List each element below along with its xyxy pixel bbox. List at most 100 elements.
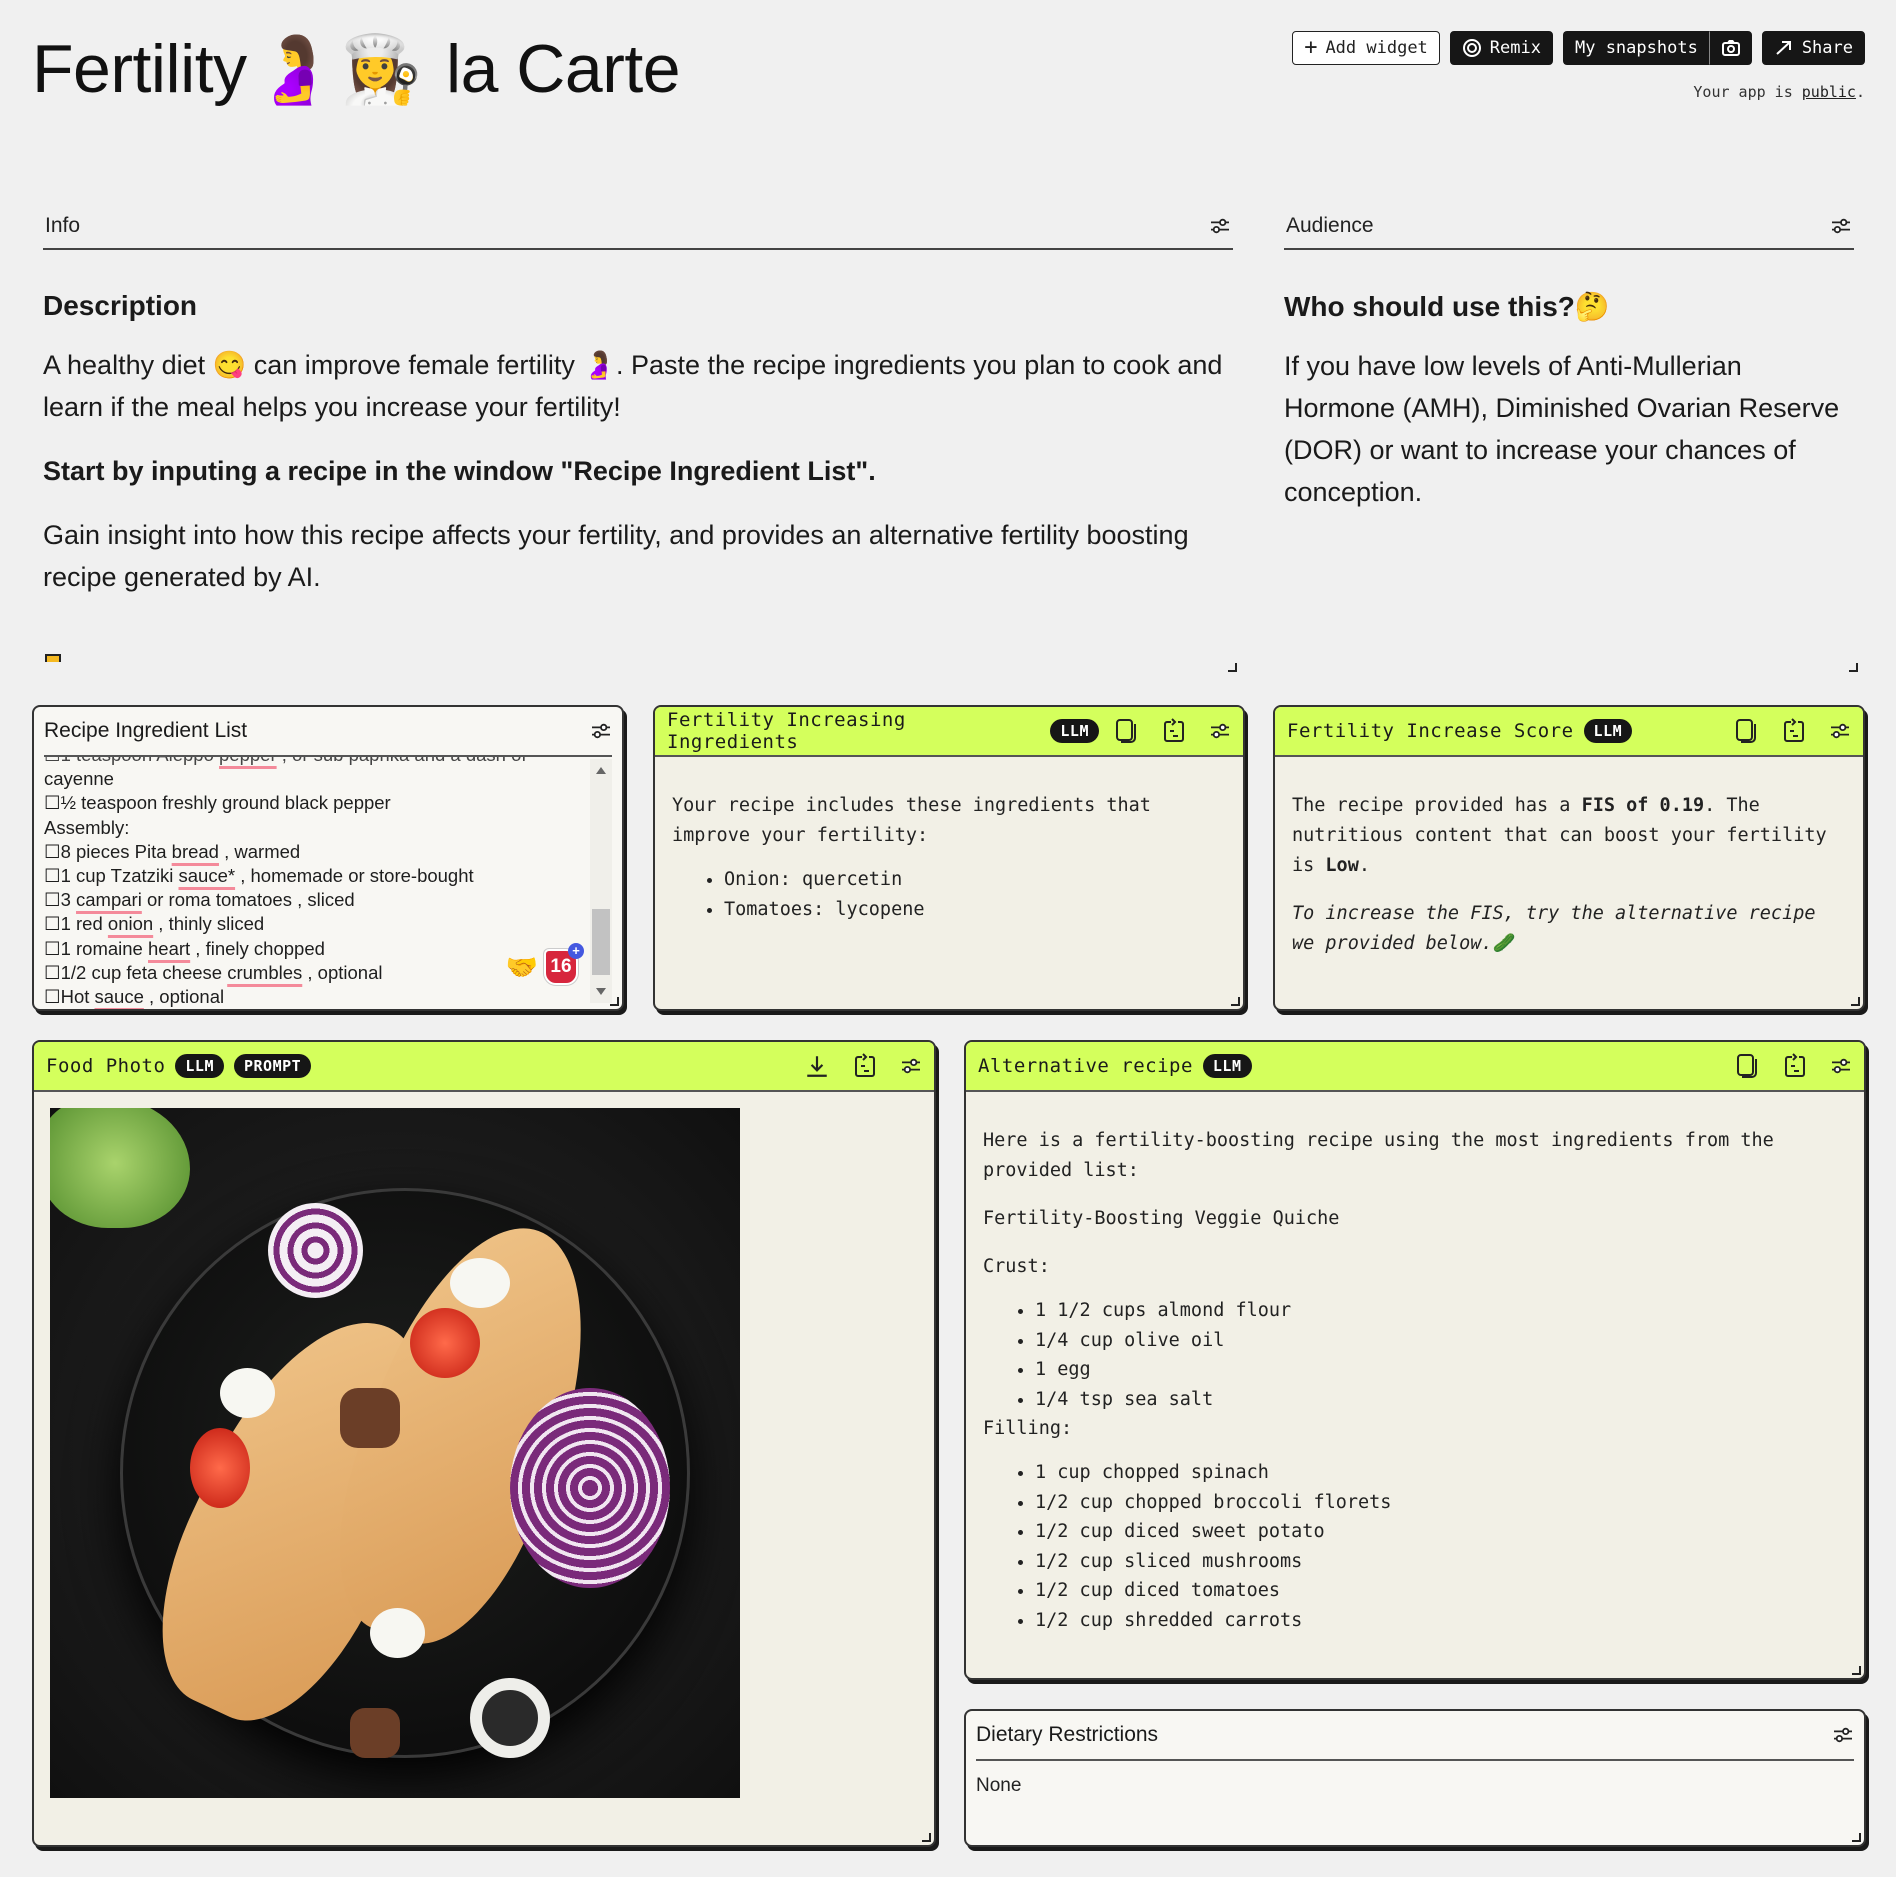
swap-output-icon[interactable] (852, 1053, 878, 1079)
settings-slider-icon[interactable] (1830, 217, 1852, 235)
widget-title: Fertility Increasing Ingredients (667, 709, 906, 753)
widget-header: Dietary Restrictions (976, 1711, 1854, 1761)
resize-handle[interactable] (1228, 663, 1237, 672)
recipe-line-text: , optional (143, 986, 225, 1008)
spellcheck-word[interactable]: heart (148, 938, 190, 959)
fis-tip: To increase the FIS, try the alternative… (1292, 899, 1846, 959)
swap-output-icon[interactable] (1161, 718, 1187, 744)
recipe-line-text: , warmed (218, 840, 301, 862)
recipe-line-text: ☐8 pieces Pita (44, 840, 172, 862)
settings-slider-icon[interactable] (1830, 1057, 1852, 1075)
recipe-line-text: Assembly: (44, 816, 130, 838)
spellcheck-word[interactable]: sauce (95, 986, 144, 1007)
my-snapshots-label: My snapshots (1574, 38, 1698, 58)
meat-shape (340, 1388, 400, 1448)
settings-slider-icon[interactable] (1832, 1726, 1854, 1744)
recipe-line-text: ☐1 romaine (44, 937, 148, 959)
red-onion-shape (268, 1203, 363, 1298)
info-section: Info Description A healthy diet 😋 can im… (43, 204, 1237, 672)
resize-handle[interactable] (1231, 997, 1240, 1006)
settings-slider-icon[interactable] (590, 722, 612, 740)
text: . (1358, 855, 1370, 876)
share-button[interactable]: Share (1761, 31, 1865, 65)
scroll-down-arrow-icon[interactable] (596, 988, 606, 995)
recipe-ingredient-list-widget: Recipe Ingredient List ☐1 teaspoon Alepp… (32, 705, 624, 1011)
recipe-line: ☐3 campari or roma tomatoes , sliced (44, 888, 582, 912)
plus-icon: + (568, 943, 584, 959)
llm-badge: LLM (175, 1054, 224, 1078)
text: A healthy diet (43, 350, 213, 380)
audience-heading-text: Who should use this? (1284, 291, 1575, 322)
grammar-extension-badge[interactable]: 16 + (544, 943, 584, 985)
resize-handle[interactable] (922, 1833, 931, 1842)
public-link[interactable]: public (1802, 83, 1856, 101)
download-icon[interactable] (804, 1053, 830, 1079)
ingredient-item: Onion: quercetin (724, 865, 1226, 895)
settings-slider-icon[interactable] (1829, 722, 1851, 740)
spellcheck-word[interactable]: campari (76, 889, 142, 910)
widget-icons (1734, 1053, 1852, 1079)
take-snapshot-button[interactable] (1709, 31, 1752, 65)
plus-icon: + (1304, 35, 1318, 60)
copy-icon[interactable] (1734, 1053, 1760, 1079)
llm-badge: LLM (1050, 719, 1099, 743)
widget-icons (1832, 1726, 1854, 1744)
spellcheck-word[interactable]: onion (108, 913, 153, 934)
resize-handle[interactable] (610, 997, 619, 1006)
fertility-ingredients-list: Onion: quercetinTomatoes: lycopene (672, 865, 1226, 924)
widget-body: Your recipe includes these ingredients t… (655, 757, 1243, 942)
my-snapshots-button[interactable]: My snapshots (1562, 31, 1710, 65)
swap-output-icon[interactable] (1782, 1053, 1808, 1079)
prompt-badge: PROMPT (233, 1054, 312, 1078)
spellcheck-word[interactable]: crumbles (227, 962, 302, 983)
widget-title: Food Photo (46, 1055, 166, 1077)
widget-body: The recipe provided has a FIS of 0.19. T… (1275, 757, 1863, 977)
add-widget-button[interactable]: + Add widget (1292, 31, 1440, 65)
recipe-line-text: , thinly sliced (153, 913, 265, 935)
filling-item: 1/2 cup diced tomatoes (1035, 1576, 1847, 1606)
swap-output-icon[interactable] (1781, 718, 1807, 744)
lettuce-shape (50, 1108, 190, 1228)
recipe-line-text: ☐1/2 cup feta cheese (44, 961, 228, 983)
remix-label: Remix (1489, 38, 1541, 58)
recipe-line: Assembly: (44, 816, 582, 840)
llm-badge: LLM (1202, 1054, 1252, 1078)
recipe-line: ☐Hot sauce , optional (44, 985, 582, 1009)
description-paragraph: A healthy diet 😋 can improve female fert… (43, 344, 1233, 428)
tzatziki-shape (220, 1368, 275, 1418)
settings-slider-icon[interactable] (1209, 217, 1231, 235)
tzatziki-shape (370, 1608, 425, 1658)
settings-slider-icon[interactable] (900, 1057, 922, 1075)
crust-item: 1 1/2 cups almond flour (1035, 1296, 1847, 1326)
resize-handle[interactable] (1852, 1833, 1861, 1842)
recipe-line-text: , homemade or store-bought (235, 865, 474, 887)
spellcheck-word[interactable]: pepper (219, 757, 277, 765)
spellcheck-word[interactable]: sauce* (179, 865, 236, 886)
resize-handle[interactable] (1849, 663, 1858, 672)
resize-handle[interactable] (1852, 1666, 1861, 1675)
text: To increase the FIS, try the alternative… (1292, 903, 1816, 954)
settings-slider-icon[interactable] (1209, 722, 1231, 740)
filling-item: 1/2 cup sliced mushrooms (1035, 1547, 1847, 1577)
recipe-line-text: , optional (302, 961, 383, 983)
recipe-line-text: , finely chopped (190, 937, 325, 959)
resize-handle[interactable] (1851, 997, 1860, 1006)
recipe-line: ☐1/2 cup feta cheese crumbles , optional (44, 961, 582, 985)
dietary-input[interactable]: None (966, 1761, 1864, 1811)
visibility-prefix: Your app is (1693, 83, 1802, 101)
spellcheck-word[interactable]: bread (172, 841, 219, 862)
yum-face-emoji-icon: 😋 (212, 350, 247, 380)
scroll-thumb[interactable] (592, 909, 610, 975)
recipe-line: ☐1 romaine heart , finely chopped (44, 937, 582, 961)
copy-icon[interactable] (1733, 718, 1759, 744)
info-label: Info (45, 214, 81, 237)
copy-icon[interactable] (1113, 718, 1139, 744)
widget-title: Fertility Increase Score (1287, 720, 1574, 742)
textarea-scrollbar[interactable] (590, 759, 612, 1003)
handshake-icon[interactable]: 🤝 (506, 952, 538, 983)
widget-header: Recipe Ingredient List (44, 707, 612, 757)
scroll-up-arrow-icon[interactable] (596, 767, 606, 774)
pregnant-woman-emoji-icon: 🤰 (252, 32, 335, 106)
remix-button[interactable]: Remix (1449, 31, 1553, 65)
remix-icon (1462, 39, 1481, 57)
